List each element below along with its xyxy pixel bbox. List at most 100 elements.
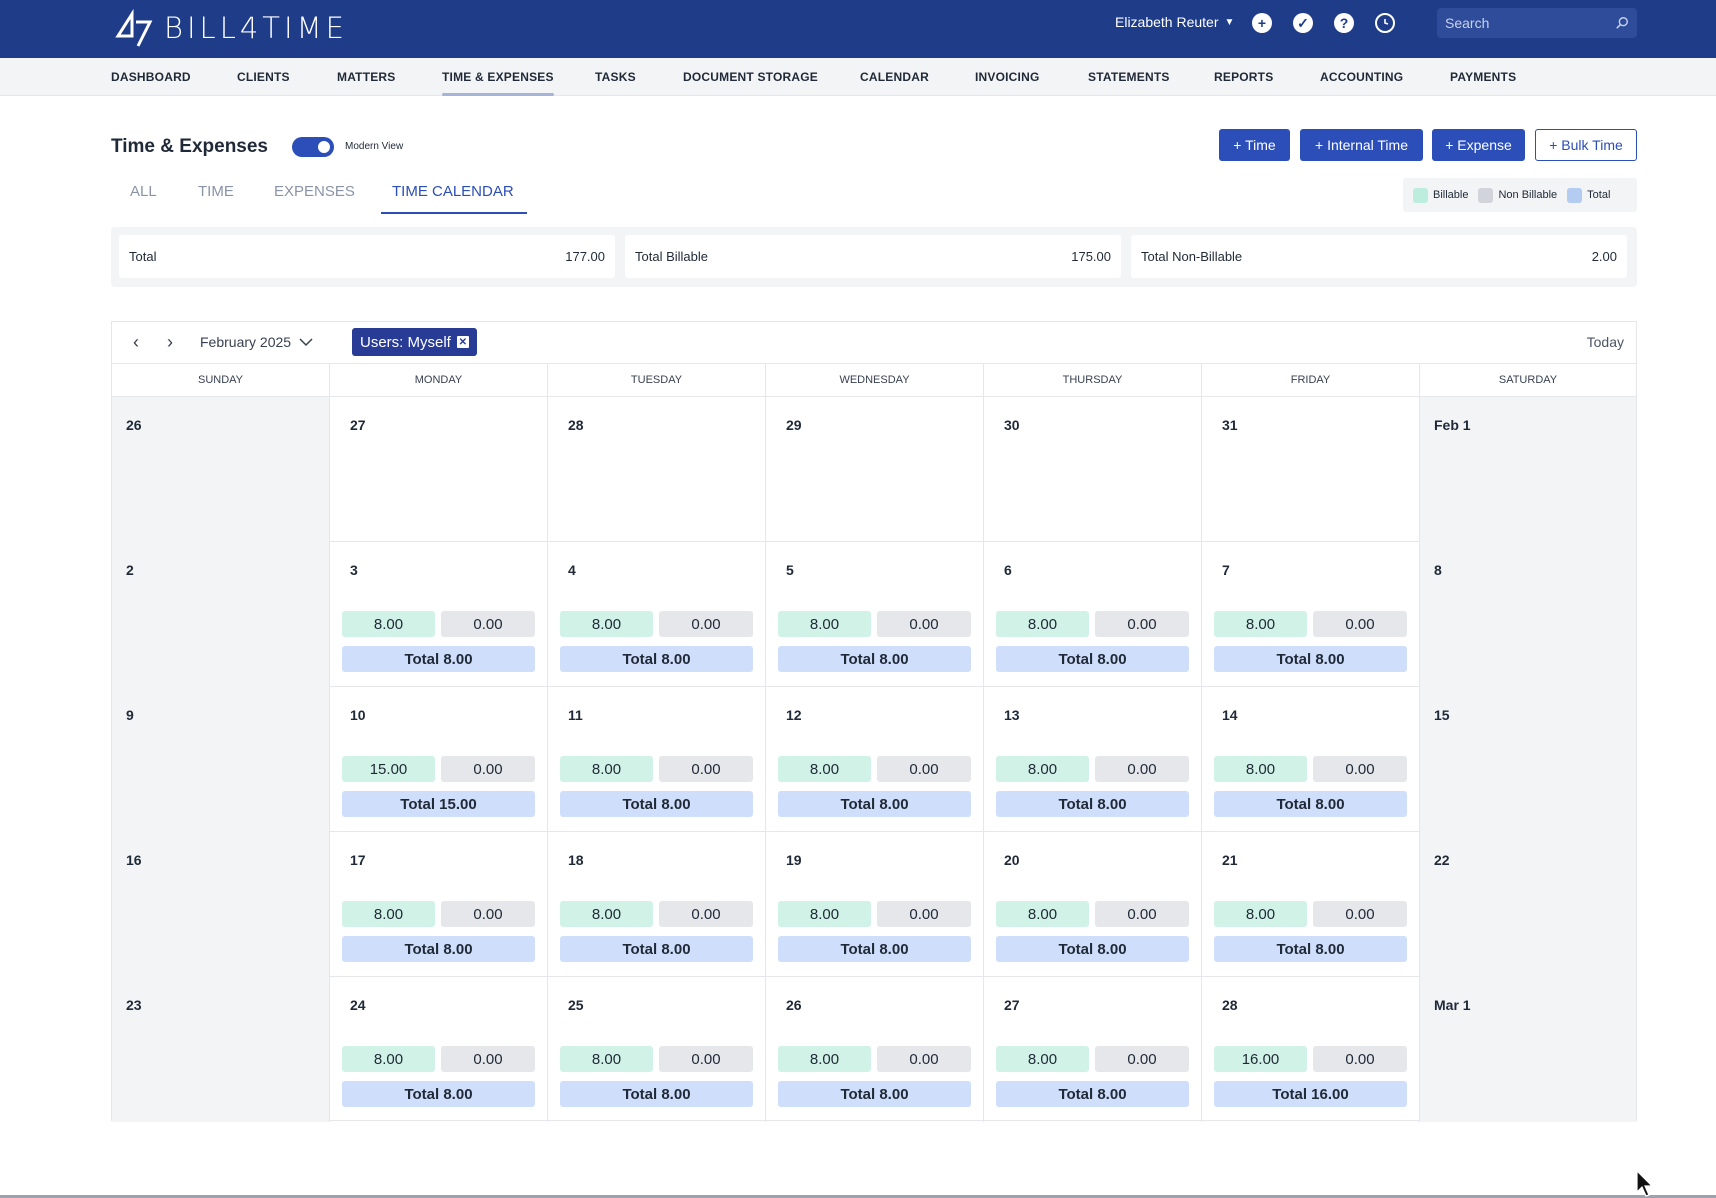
user-menu[interactable]: Elizabeth Reuter ▼ <box>1115 14 1234 30</box>
non-billable-hours[interactable]: 0.00 <box>1313 901 1407 927</box>
prev-month-icon[interactable]: ‹ <box>126 332 146 352</box>
non-billable-hours[interactable]: 0.00 <box>1313 1046 1407 1072</box>
remove-filter-icon[interactable]: ✕ <box>456 336 469 348</box>
non-billable-hours[interactable]: 0.00 <box>877 756 971 782</box>
nav-statements[interactable]: STATEMENTS <box>1088 58 1170 96</box>
today-button[interactable]: Today <box>1587 334 1624 350</box>
calendar-day[interactable]: 22 <box>1420 832 1636 977</box>
non-billable-hours[interactable]: 0.00 <box>659 611 753 637</box>
total-hours[interactable]: Total 8.00 <box>342 1081 535 1107</box>
calendar-day[interactable]: 9 <box>112 687 330 832</box>
total-hours[interactable]: Total 16.00 <box>1214 1081 1407 1107</box>
add-bulk-time-button[interactable]: + Bulk Time <box>1535 129 1637 161</box>
nav-accounting[interactable]: ACCOUNTING <box>1320 58 1403 96</box>
calendar-day[interactable]: 24 8.00 0.00 Total 8.00 <box>330 977 548 1122</box>
calendar-day[interactable]: 26 <box>112 397 330 542</box>
nav-document-storage[interactable]: DOCUMENT STORAGE <box>683 58 818 96</box>
non-billable-hours[interactable]: 0.00 <box>1313 756 1407 782</box>
add-internal-time-button[interactable]: + Internal Time <box>1300 129 1423 161</box>
calendar-day[interactable]: 8 <box>1420 542 1636 687</box>
non-billable-hours[interactable]: 0.00 <box>441 1046 535 1072</box>
non-billable-hours[interactable]: 0.00 <box>1313 611 1407 637</box>
calendar-day[interactable]: 26 8.00 0.00 Total 8.00 <box>766 977 984 1122</box>
calendar-day[interactable]: 30 <box>984 397 1202 542</box>
calendar-day[interactable]: 2 <box>112 542 330 687</box>
total-hours[interactable]: Total 8.00 <box>996 791 1189 817</box>
billable-hours[interactable]: 8.00 <box>996 901 1089 927</box>
total-hours[interactable]: Total 8.00 <box>342 936 535 962</box>
billable-hours[interactable]: 8.00 <box>342 611 435 637</box>
tab-all[interactable]: ALL <box>130 183 157 200</box>
calendar-day[interactable]: 15 <box>1420 687 1636 832</box>
non-billable-hours[interactable]: 0.00 <box>877 901 971 927</box>
calendar-day[interactable]: 27 8.00 0.00 Total 8.00 <box>984 977 1202 1122</box>
billable-hours[interactable]: 8.00 <box>996 1046 1089 1072</box>
check-icon[interactable]: ✓ <box>1293 13 1313 33</box>
billable-hours[interactable]: 8.00 <box>342 901 435 927</box>
billable-hours[interactable]: 8.00 <box>778 1046 871 1072</box>
nav-tasks[interactable]: TASKS <box>595 58 636 96</box>
nav-reports[interactable]: REPORTS <box>1214 58 1273 96</box>
nav-payments[interactable]: PAYMENTS <box>1450 58 1516 96</box>
calendar-day[interactable]: 14 8.00 0.00 Total 8.00 <box>1202 687 1420 832</box>
nav-calendar[interactable]: CALENDAR <box>860 58 929 96</box>
tab-time[interactable]: TIME <box>198 183 234 200</box>
non-billable-hours[interactable]: 0.00 <box>441 901 535 927</box>
calendar-day[interactable]: 6 8.00 0.00 Total 8.00 <box>984 542 1202 687</box>
nav-clients[interactable]: CLIENTS <box>237 58 290 96</box>
search-icon[interactable] <box>1615 15 1629 31</box>
calendar-day[interactable]: Mar 1 <box>1420 977 1636 1122</box>
billable-hours[interactable]: 16.00 <box>1214 1046 1307 1072</box>
non-billable-hours[interactable]: 0.00 <box>1095 611 1189 637</box>
total-hours[interactable]: Total 8.00 <box>778 791 971 817</box>
calendar-day[interactable]: 20 8.00 0.00 Total 8.00 <box>984 832 1202 977</box>
total-hours[interactable]: Total 15.00 <box>342 791 535 817</box>
tab-expenses[interactable]: EXPENSES <box>274 183 355 200</box>
non-billable-hours[interactable]: 0.00 <box>1095 1046 1189 1072</box>
calendar-day[interactable]: 28 <box>548 397 766 542</box>
calendar-day[interactable]: 18 8.00 0.00 Total 8.00 <box>548 832 766 977</box>
calendar-day[interactable]: 19 8.00 0.00 Total 8.00 <box>766 832 984 977</box>
add-time-button[interactable]: + Time <box>1219 129 1290 161</box>
total-hours[interactable]: Total 8.00 <box>1214 646 1407 672</box>
calendar-day[interactable]: 25 8.00 0.00 Total 8.00 <box>548 977 766 1122</box>
calendar-day[interactable]: 4 8.00 0.00 Total 8.00 <box>548 542 766 687</box>
billable-hours[interactable]: 8.00 <box>996 611 1089 637</box>
billable-hours[interactable]: 15.00 <box>342 756 435 782</box>
billable-hours[interactable]: 8.00 <box>1214 756 1307 782</box>
non-billable-hours[interactable]: 0.00 <box>1095 901 1189 927</box>
nav-matters[interactable]: MATTERS <box>337 58 396 96</box>
calendar-day[interactable]: 17 8.00 0.00 Total 8.00 <box>330 832 548 977</box>
non-billable-hours[interactable]: 0.00 <box>659 1046 753 1072</box>
total-hours[interactable]: Total 8.00 <box>560 791 753 817</box>
total-hours[interactable]: Total 8.00 <box>1214 791 1407 817</box>
total-hours[interactable]: Total 8.00 <box>342 646 535 672</box>
total-hours[interactable]: Total 8.00 <box>996 936 1189 962</box>
total-hours[interactable]: Total 8.00 <box>996 1081 1189 1107</box>
calendar-day[interactable]: 12 8.00 0.00 Total 8.00 <box>766 687 984 832</box>
calendar-day[interactable]: Feb 1 <box>1420 397 1636 542</box>
non-billable-hours[interactable]: 0.00 <box>659 756 753 782</box>
total-hours[interactable]: Total 8.00 <box>1214 936 1407 962</box>
calendar-day[interactable]: 28 16.00 0.00 Total 16.00 <box>1202 977 1420 1122</box>
total-hours[interactable]: Total 8.00 <box>560 936 753 962</box>
next-month-icon[interactable]: › <box>160 332 180 352</box>
non-billable-hours[interactable]: 0.00 <box>441 611 535 637</box>
clock-icon[interactable] <box>1375 13 1395 33</box>
total-hours[interactable]: Total 8.00 <box>560 1081 753 1107</box>
nav-time-expenses[interactable]: TIME & EXPENSES <box>442 58 554 96</box>
billable-hours[interactable]: 8.00 <box>560 611 653 637</box>
calendar-day[interactable]: 5 8.00 0.00 Total 8.00 <box>766 542 984 687</box>
calendar-day[interactable]: 3 8.00 0.00 Total 8.00 <box>330 542 548 687</box>
billable-hours[interactable]: 8.00 <box>778 611 871 637</box>
total-hours[interactable]: Total 8.00 <box>778 1081 971 1107</box>
search-box[interactable] <box>1437 8 1637 38</box>
add-icon[interactable]: + <box>1252 13 1272 33</box>
total-hours[interactable]: Total 8.00 <box>560 646 753 672</box>
non-billable-hours[interactable]: 0.00 <box>659 901 753 927</box>
calendar-day[interactable]: 21 8.00 0.00 Total 8.00 <box>1202 832 1420 977</box>
total-hours[interactable]: Total 8.00 <box>778 646 971 672</box>
billable-hours[interactable]: 8.00 <box>778 901 871 927</box>
billable-hours[interactable]: 8.00 <box>560 901 653 927</box>
nav-invoicing[interactable]: INVOICING <box>975 58 1039 96</box>
